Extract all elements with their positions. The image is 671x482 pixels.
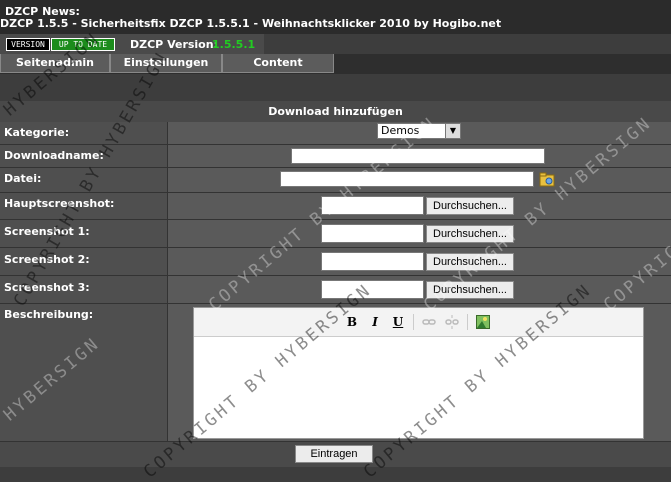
screenshot1-browse-button[interactable]: Durchsuchen...	[426, 225, 514, 243]
screenshot2-label: Screenshot 2:	[4, 253, 90, 266]
kategorie-select[interactable]: Demos ▼	[377, 123, 461, 139]
italic-button[interactable]: I	[368, 315, 382, 329]
screenshot2-browse-button[interactable]: Durchsuchen...	[426, 253, 514, 271]
version-label: DZCP Version:	[130, 38, 218, 51]
description-editor[interactable]: B I U	[193, 307, 644, 439]
toolbar-divider	[413, 314, 414, 330]
tab-seitenadmin[interactable]: Seitenadmin	[0, 54, 110, 73]
screenshot3-browse-button[interactable]: Durchsuchen...	[426, 281, 514, 299]
hauptscreenshot-label: Hauptscreenshot:	[4, 197, 115, 210]
submit-button[interactable]: Eintragen	[295, 445, 373, 463]
screenshot2-file-input[interactable]	[321, 252, 424, 271]
hauptscreenshot-file-input[interactable]	[321, 196, 424, 215]
folder-browse-icon[interactable]	[539, 171, 556, 188]
hauptscreenshot-browse-button[interactable]: Durchsuchen...	[426, 197, 514, 215]
underline-button[interactable]: U	[391, 315, 405, 329]
screenshot1-label: Screenshot 1:	[4, 225, 90, 238]
toolbar-divider	[467, 314, 468, 330]
screenshot3-label: Screenshot 3:	[4, 281, 90, 294]
admin-tabs: Seitenadmin Einstellungen Content	[0, 54, 671, 74]
tab-einstellungen[interactable]: Einstellungen	[110, 54, 222, 73]
news-ticker[interactable]: DZCP 1.5.5 - Sicherheitsfix DZCP 1.5.5.1…	[0, 18, 501, 30]
form-header: Download hinzufügen	[0, 101, 671, 122]
datei-input[interactable]	[280, 171, 534, 187]
downloadname-input[interactable]	[291, 148, 545, 164]
screenshot3-file-input[interactable]	[321, 280, 424, 299]
link-icon[interactable]	[422, 316, 436, 328]
news-bar: DZCP News: DZCP 1.5.5 - Sicherheitsfix D…	[0, 0, 671, 34]
unlink-icon[interactable]	[445, 315, 459, 329]
screenshot1-file-input[interactable]	[321, 224, 424, 243]
beschreibung-label: Beschreibung:	[4, 308, 94, 321]
datei-label: Datei:	[4, 172, 42, 185]
image-icon[interactable]	[476, 315, 490, 329]
kategorie-selected-value: Demos	[381, 124, 420, 137]
kategorie-label: Kategorie:	[4, 126, 70, 139]
row-kategorie: Kategorie:	[0, 122, 671, 145]
bold-button[interactable]: B	[345, 315, 359, 329]
version-badge-left: VERSION	[6, 38, 50, 51]
tab-content[interactable]: Content	[222, 54, 334, 73]
downloadname-label: Downloadname:	[4, 149, 104, 162]
version-badge-right: UP TO DATE	[51, 38, 115, 51]
editor-toolbar: B I U	[194, 308, 643, 337]
version-bar: VERSION UP TO DATE DZCP Version: 1.5.5.1	[0, 34, 264, 54]
version-number: 1.5.5.1	[212, 38, 256, 51]
chevron-down-icon[interactable]: ▼	[445, 124, 460, 138]
